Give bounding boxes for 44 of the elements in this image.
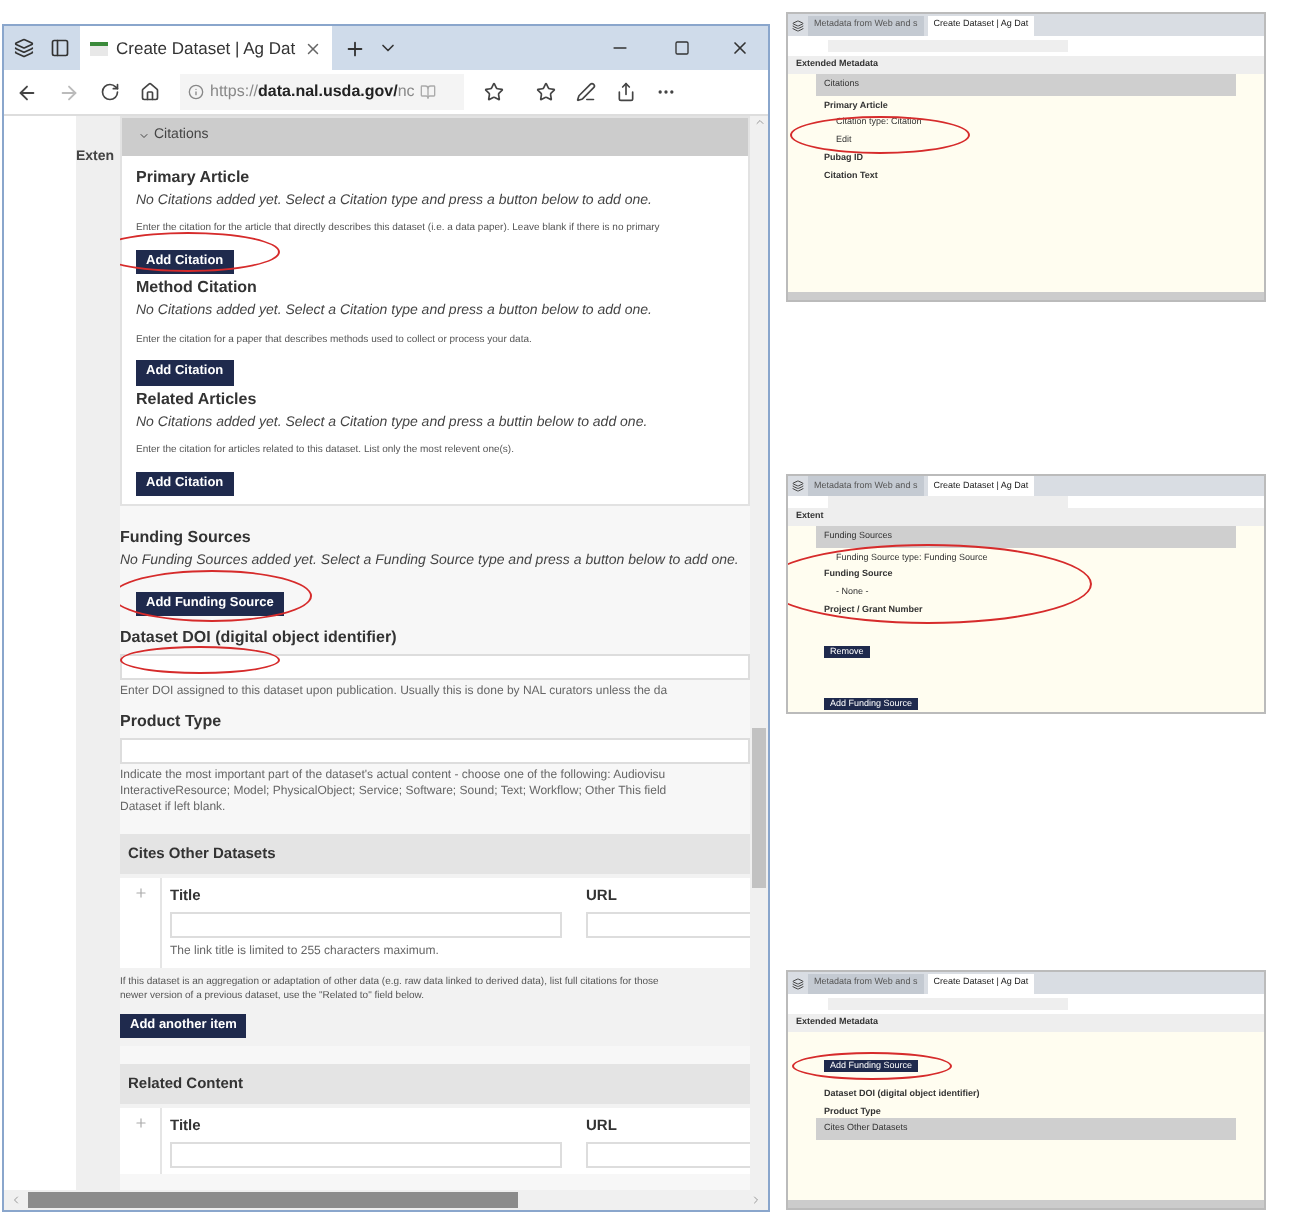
forward-icon[interactable]	[58, 81, 80, 103]
field-label: Product Type	[120, 710, 224, 735]
scroll-up-icon[interactable]	[753, 116, 765, 128]
maximize-icon[interactable]	[674, 40, 690, 56]
reading-view-icon[interactable]	[420, 84, 437, 100]
group-title: Primary Article	[136, 165, 252, 189]
share-icon[interactable]	[616, 82, 636, 102]
tabs-icon	[792, 977, 804, 989]
scroll-thumb[interactable]	[28, 1192, 518, 1208]
scroll-right-icon[interactable]	[750, 1194, 762, 1206]
text-input[interactable]	[170, 1141, 562, 1168]
vertical-scrollbar[interactable]	[750, 116, 768, 1190]
text-input[interactable]	[120, 654, 750, 680]
caret-icon	[138, 130, 150, 143]
scroll-left-icon[interactable]	[10, 1194, 22, 1206]
home-icon[interactable]	[140, 82, 160, 102]
scroll-thumb[interactable]	[752, 728, 766, 888]
tabs-aside-icon[interactable]	[14, 38, 34, 58]
text-input[interactable]	[120, 738, 750, 765]
url-text: https://data.nal.usda.gov/nc	[210, 80, 415, 104]
star-icon[interactable]	[484, 82, 504, 102]
tab-preview-icon[interactable]	[50, 38, 70, 58]
tabs-icon	[792, 480, 804, 492]
favicon-icon	[90, 41, 108, 55]
group-title: Related Articles	[136, 387, 259, 411]
drag-handle-icon[interactable]	[133, 1115, 147, 1130]
new-tab-icon[interactable]	[343, 37, 366, 59]
close-icon[interactable]	[730, 38, 750, 58]
text-input[interactable]	[170, 911, 562, 938]
tabs-icon	[792, 19, 804, 31]
drag-handle-icon[interactable]	[133, 885, 147, 900]
favorites-icon[interactable]	[536, 82, 556, 102]
back-icon[interactable]	[16, 81, 38, 103]
address-field[interactable]: https://data.nal.usda.gov/nc	[180, 74, 464, 110]
tab-title: Create Dataset | Ag Dat	[116, 35, 296, 61]
pen-icon[interactable]	[576, 82, 596, 102]
horizontal-scrollbar[interactable]	[4, 1190, 768, 1210]
refresh-icon[interactable]	[100, 82, 120, 102]
close-tab-icon[interactable]	[303, 39, 322, 57]
info-icon	[188, 84, 204, 100]
group-title: Method Citation	[136, 276, 259, 300]
field-label: Dataset DOI (digital object identifier)	[120, 626, 399, 650]
browser-tab[interactable]: Create Dataset | Ag Dat	[80, 26, 332, 70]
group-title: Funding Sources	[120, 526, 253, 550]
